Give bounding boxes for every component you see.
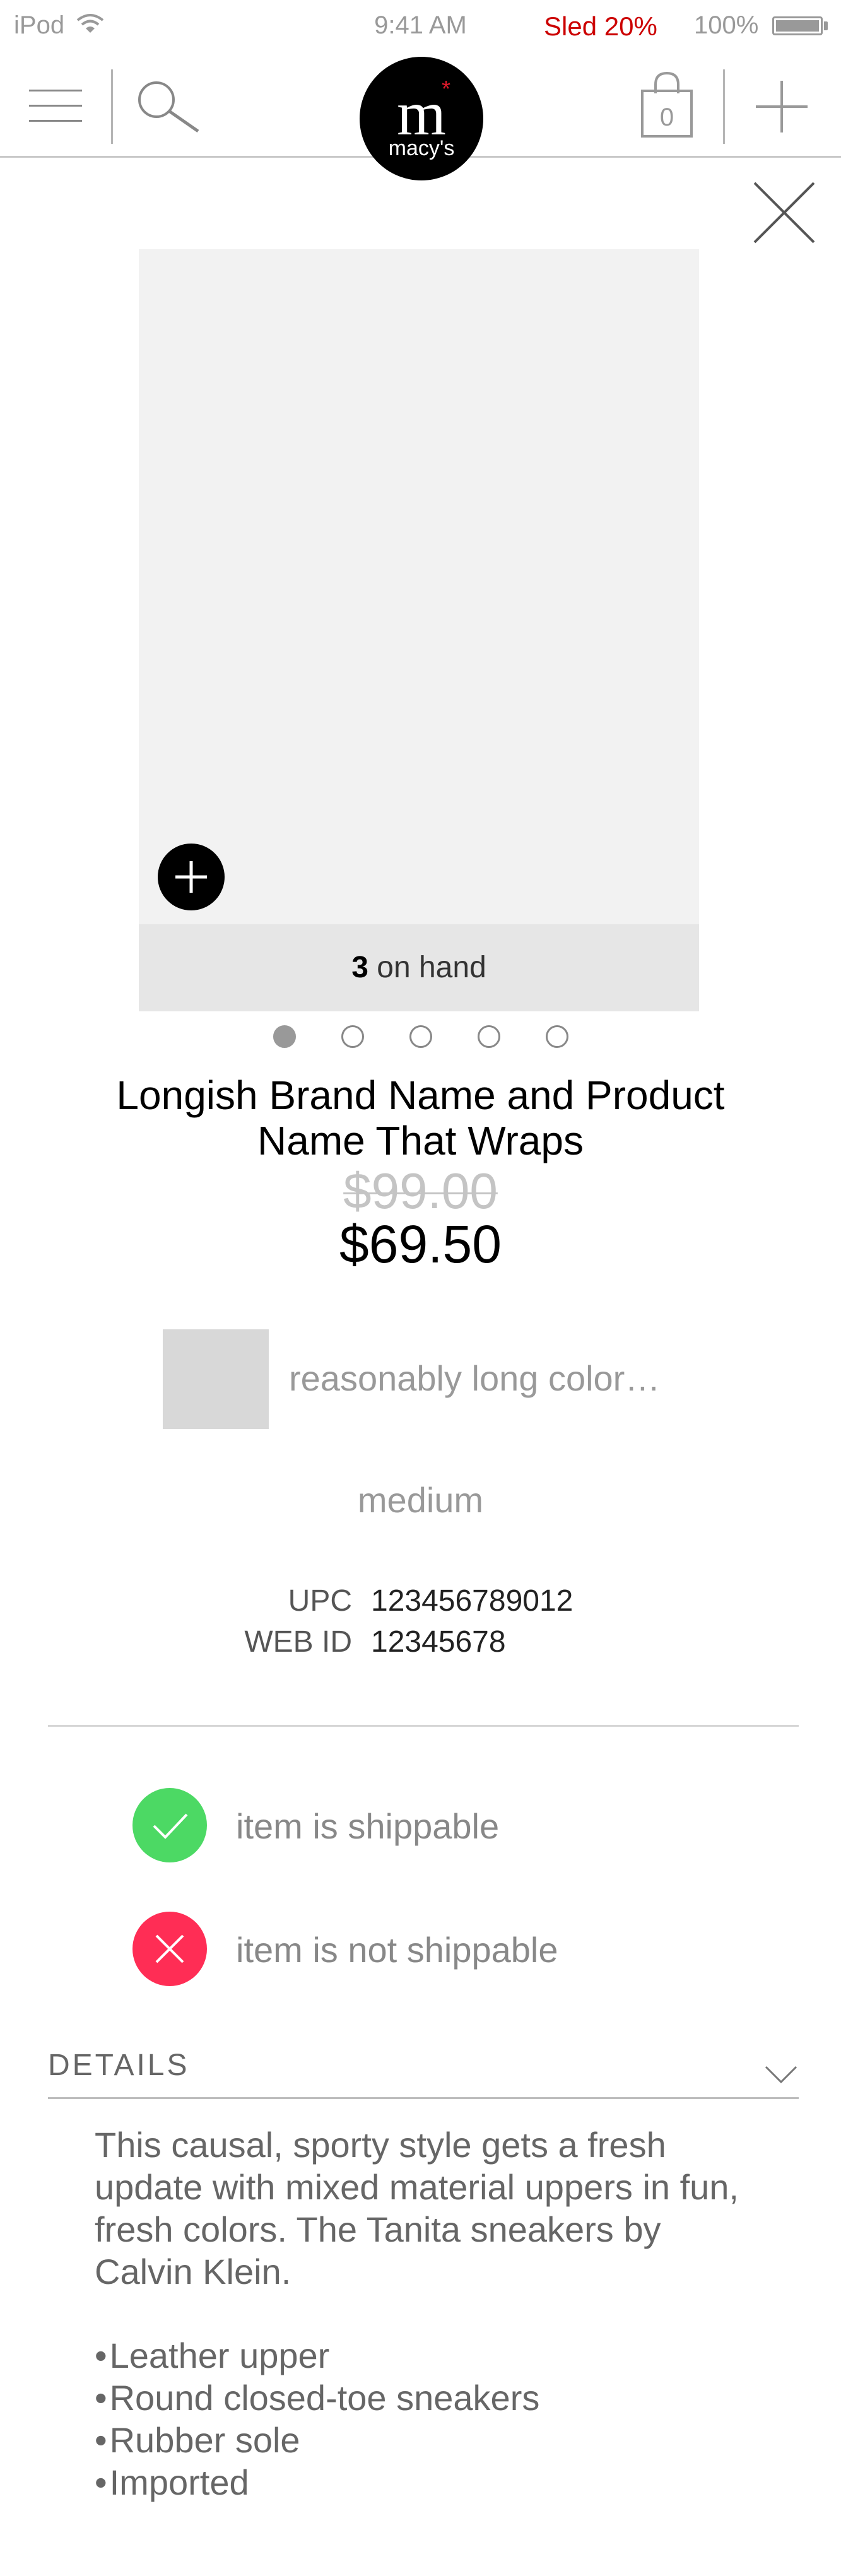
upc-label: UPC — [288, 1584, 352, 1618]
on-hand-label: on hand — [368, 951, 486, 984]
web-id-value: 12345678 — [371, 1625, 506, 1659]
shippable-text: item is shippable — [236, 1806, 500, 1846]
pagination-dot[interactable] — [477, 1025, 500, 1048]
not-shippable-text: item is not shippable — [236, 1930, 558, 1970]
add-to-bag-button[interactable] — [158, 844, 225, 910]
bullet-item: Round closed-toe sneakers — [95, 2377, 540, 2419]
pagination-dot[interactable] — [409, 1025, 432, 1048]
logo-star-icon: * — [442, 76, 451, 102]
top-nav-bar: m * macy's 0 — [0, 54, 841, 180]
size-selector[interactable]: medium — [0, 1479, 841, 1520]
logo-wordmark: macy's — [388, 136, 455, 160]
macys-logo[interactable]: m * macy's — [360, 57, 483, 180]
section-divider — [48, 1725, 799, 1727]
bullet-item: Rubber sole — [95, 2419, 539, 2461]
product-title: Longish Brand Name and Product Name That… — [116, 1073, 725, 1163]
bullet-item: Leather upper — [95, 2334, 539, 2377]
x-icon — [132, 1912, 207, 1986]
nav-divider — [111, 69, 113, 144]
details-description: This causal, sporty style gets a fresh u… — [95, 2125, 739, 2291]
color-swatch[interactable] — [163, 1329, 269, 1429]
web-id-label: WEB ID — [244, 1625, 352, 1659]
sled-battery: Sled 20% — [544, 11, 657, 41]
bullet-item: Imported — [95, 2461, 539, 2503]
battery-percent: 100% — [694, 11, 759, 39]
pagination-dot[interactable] — [341, 1025, 364, 1048]
close-icon[interactable] — [750, 178, 819, 247]
status-bar: iPod 9:41 AM Sled 20% 100% — [0, 0, 841, 54]
product-image[interactable] — [139, 249, 699, 924]
logo-mark: m — [397, 78, 446, 148]
details-heading[interactable]: DETAILS — [48, 2048, 190, 2083]
sale-price: $69.50 — [339, 1214, 502, 1274]
on-hand-banner: 3 on hand — [139, 924, 699, 1011]
check-icon — [132, 1788, 207, 1862]
pagination-dot[interactable] — [545, 1025, 568, 1048]
battery-tip — [824, 21, 828, 30]
shopping-bag-icon[interactable]: 0 — [640, 71, 693, 139]
chevron-down-icon[interactable] — [763, 2063, 799, 2085]
details-bullets: Leather upper Round closed-toe sneakers … — [95, 2334, 540, 2503]
color-selector[interactable]: reasonably long color… — [289, 1358, 660, 1399]
plus-icon[interactable] — [753, 78, 810, 135]
image-pagination — [0, 1025, 841, 1048]
upc-value: 123456789012 — [371, 1584, 573, 1618]
battery-icon — [772, 16, 823, 35]
plus-icon — [175, 861, 207, 893]
bag-count: 0 — [659, 103, 674, 131]
nav-divider — [723, 69, 725, 144]
details-divider — [48, 2097, 799, 2099]
search-icon[interactable] — [132, 77, 202, 134]
menu-icon[interactable] — [29, 85, 82, 126]
original-price: $99.00 — [343, 1163, 498, 1219]
pagination-dot[interactable] — [273, 1025, 296, 1048]
on-hand-count: 3 — [351, 951, 368, 984]
